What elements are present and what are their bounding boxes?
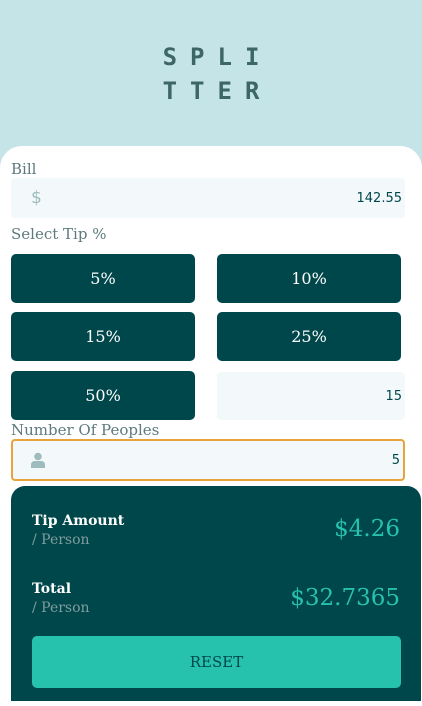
result-panel: Tip Amount / Person $4.26 Total / Person…	[11, 486, 421, 701]
bill-input[interactable]: $ 142.55	[11, 178, 405, 218]
people-input[interactable]: 5	[11, 439, 405, 481]
tip-25-button[interactable]: 25%	[217, 312, 401, 361]
tip-amount-title: Tip Amount	[32, 513, 125, 529]
dollar-icon: $	[31, 178, 42, 218]
custom-tip-value: 15	[385, 388, 402, 404]
tip-10-button[interactable]: 10%	[217, 254, 401, 303]
tip-amount-value: $4.26	[334, 516, 400, 542]
reset-button[interactable]: RESET	[32, 636, 401, 688]
tip-50-button[interactable]: 50%	[11, 371, 195, 420]
total-title: Total	[32, 581, 72, 597]
dollar-symbol: $	[31, 188, 42, 208]
people-value: 5	[391, 452, 400, 468]
logo-line-1: SPLI	[162, 43, 273, 71]
total-per-person: / Person	[32, 600, 90, 616]
select-tip-label: Select Tip %	[11, 225, 107, 243]
tip-15-button[interactable]: 15%	[11, 312, 195, 361]
people-label: Number Of Peoples	[11, 421, 160, 439]
app-logo: SPLI TTER	[0, 40, 422, 108]
logo-line-2: TTER	[162, 77, 273, 105]
total-value: $32.7365	[290, 585, 400, 611]
person-icon	[31, 441, 45, 479]
bill-value: 142.55	[356, 190, 403, 206]
tip-5-button[interactable]: 5%	[11, 254, 195, 303]
bill-label: Bill	[11, 160, 37, 178]
tip-amount-per-person: / Person	[32, 532, 90, 548]
custom-tip-input[interactable]: 15	[217, 372, 405, 420]
